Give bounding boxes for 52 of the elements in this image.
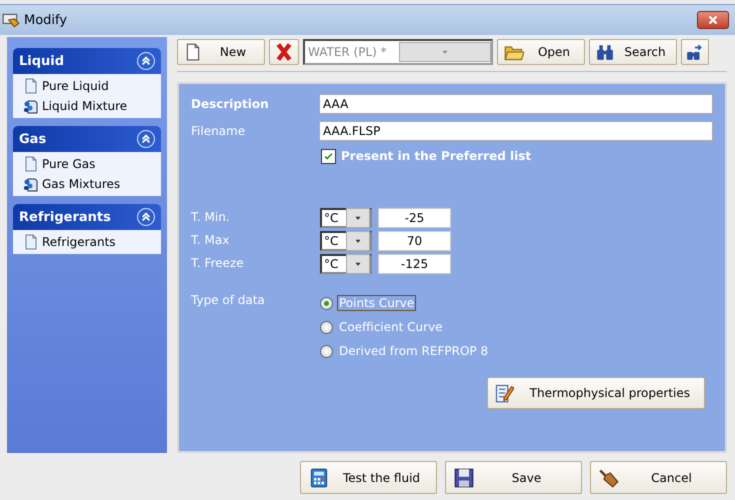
document-icon [184, 43, 202, 61]
thermophysical-properties-button[interactable]: Thermophysical properties [486, 377, 705, 409]
sidebar-item[interactable]: Pure Gas [23, 156, 161, 172]
description-field[interactable]: AAA [319, 94, 713, 114]
fluid-dropdown[interactable]: WATER (PL) * [303, 39, 493, 65]
delete-button[interactable] [269, 39, 299, 65]
field-label: T. Freeze [191, 255, 245, 272]
field-label: Type of data [191, 292, 266, 307]
checkbox-label: Present in the Preferred list [341, 149, 532, 163]
sidebar-item[interactable]: Gas Mixtures [23, 176, 161, 192]
cancel-button[interactable]: Cancel [590, 461, 727, 494]
calculator-button[interactable]: Test the fluid [300, 461, 437, 494]
sidebar-item[interactable]: Pure Liquid [23, 78, 161, 94]
group-header[interactable]: Gas [13, 126, 161, 152]
close-icon [706, 13, 720, 27]
field-label: Description [191, 97, 270, 111]
field-label: Filename [191, 124, 246, 138]
check-icon [323, 150, 334, 162]
collapse-icon [137, 208, 155, 226]
mixture-icon [23, 176, 39, 192]
group-header[interactable]: Refrigerants [13, 204, 161, 230]
unit-dropdown[interactable]: °C [320, 254, 372, 274]
edit-document-icon [494, 383, 514, 403]
search-button[interactable]: Search [589, 39, 677, 65]
document-icon [23, 156, 39, 172]
field-label: T. Max [191, 232, 230, 249]
save-button[interactable]: Save [445, 461, 582, 494]
binoculars-arrow-icon [686, 43, 704, 61]
collapse-icon [137, 52, 155, 70]
mixture-icon [23, 98, 39, 114]
new-button[interactable]: New [177, 39, 265, 65]
window-title: Modify [24, 12, 68, 28]
broom-icon [599, 468, 619, 488]
document-icon [23, 234, 39, 250]
document-icon [23, 78, 39, 94]
filename-field[interactable]: AAA.FLSP [319, 121, 713, 141]
temperature-field[interactable]: 70 [378, 231, 451, 251]
open-button[interactable]: Open [497, 39, 585, 65]
unit-dropdown[interactable]: °C [320, 231, 372, 251]
unit-dropdown[interactable]: °C [320, 208, 372, 228]
checkbox[interactable] [321, 148, 336, 164]
binoculars-icon [596, 43, 614, 61]
field-label: T. Min. [191, 209, 231, 226]
collapse-icon [137, 130, 155, 148]
group-header[interactable]: Liquid [13, 48, 161, 74]
delete-icon [274, 42, 294, 62]
temperature-field[interactable]: -25 [378, 208, 451, 228]
close-button[interactable] [697, 11, 729, 29]
calculator-icon [309, 468, 329, 488]
sidebar-item[interactable]: Liquid Mixture [23, 98, 161, 114]
temperature-field[interactable]: -125 [378, 254, 451, 274]
search-next-button[interactable] [681, 39, 709, 65]
